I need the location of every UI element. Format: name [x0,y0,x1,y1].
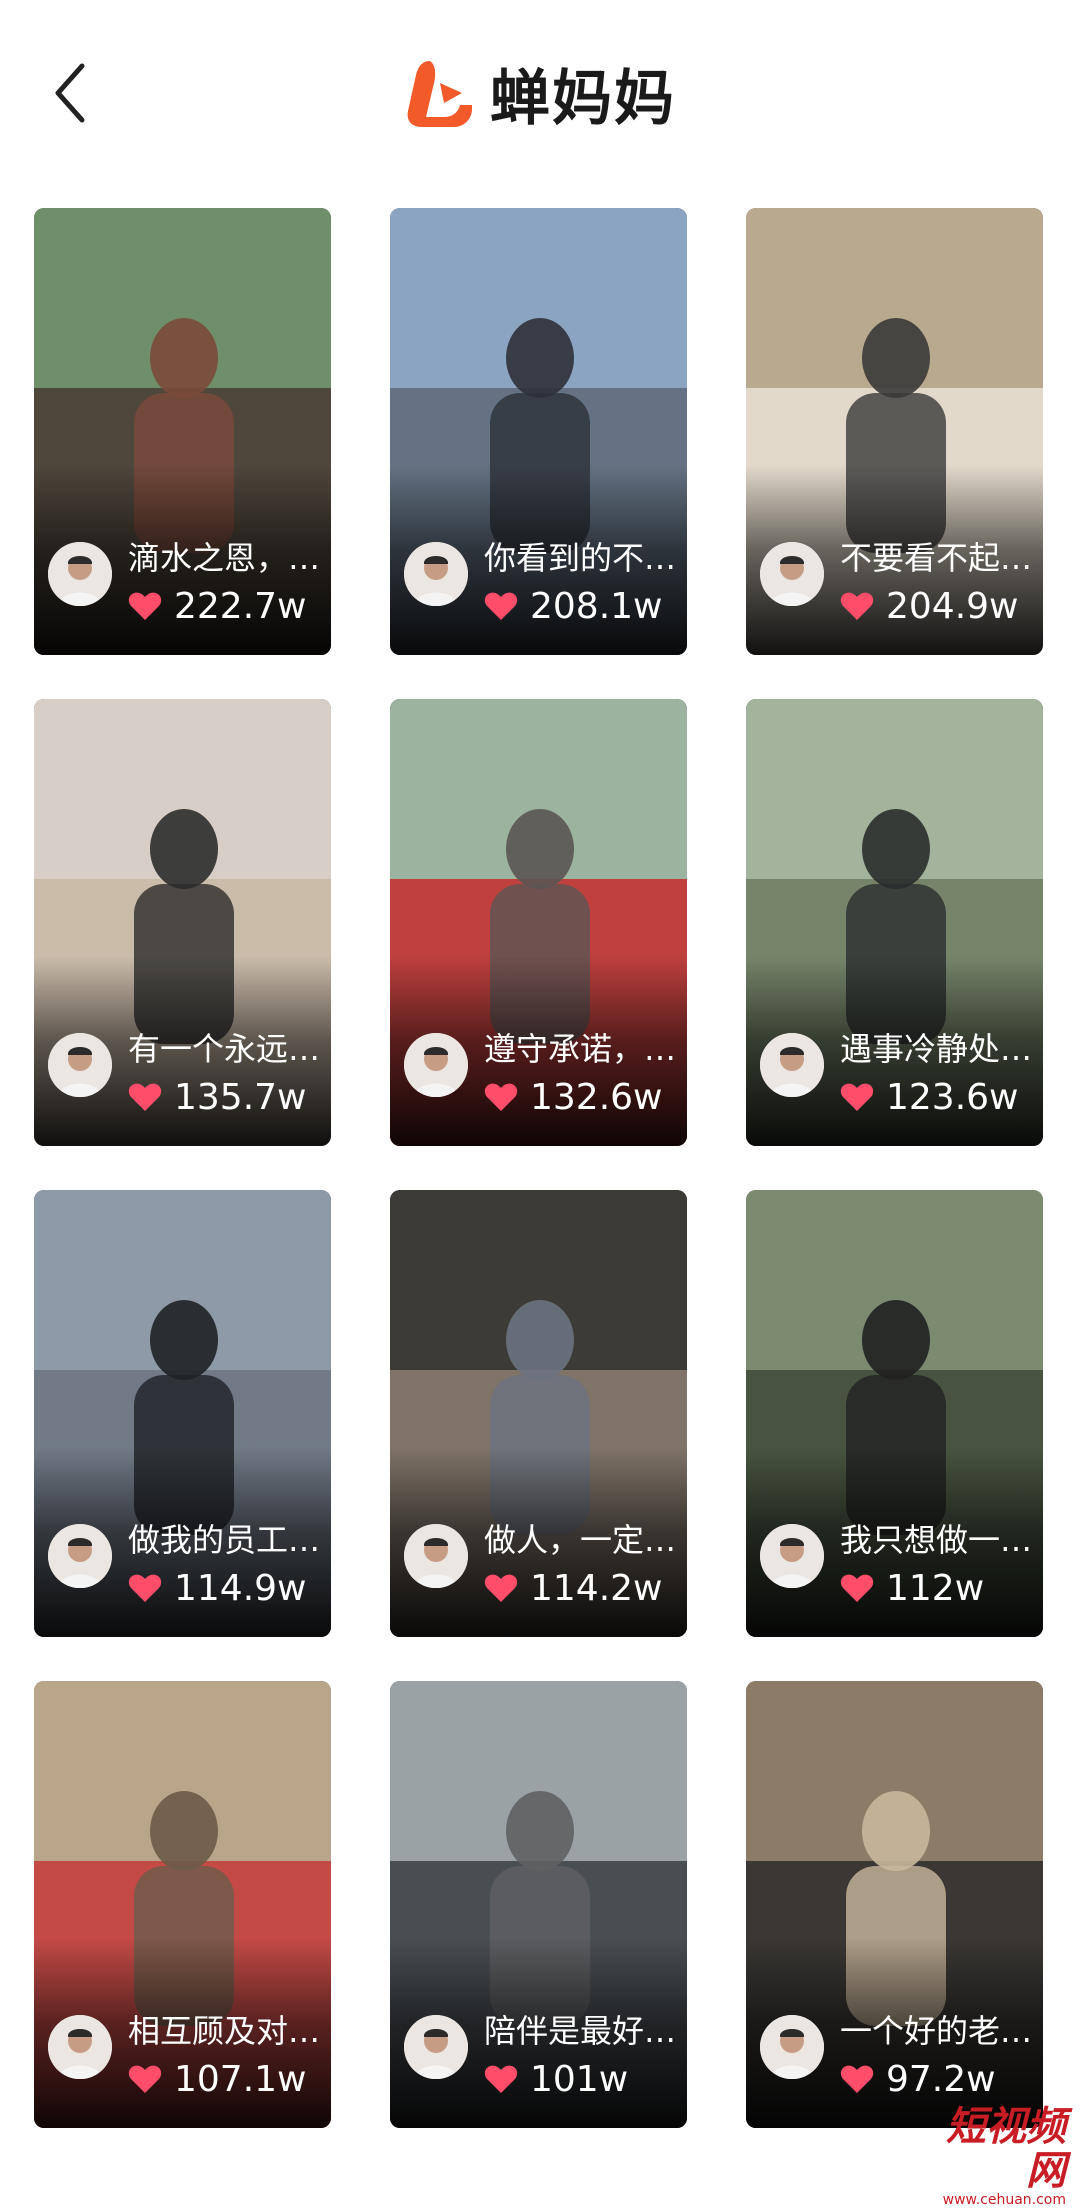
like-count: 114.9w [174,1567,307,1609]
heart-icon [484,1083,518,1111]
like-count: 101w [530,2058,629,2100]
watermark-text: 短视频网 [946,2104,1066,2194]
heart-icon [840,1083,874,1111]
video-title: 相互顾及对… [128,2012,321,2050]
heart-icon [484,2065,518,2093]
heart-icon [128,592,162,620]
avatar[interactable] [48,1524,112,1588]
avatar[interactable] [48,1033,112,1097]
video-card[interactable]: 我只想做一… 112w [746,1190,1043,1637]
video-title: 不要看不起… [840,539,1033,577]
video-card[interactable]: 不要看不起… 204.9w [746,208,1043,655]
chanmama-logo-icon [407,61,472,127]
video-grid: 滴水之恩，… 222.7w 你看到的不… 208.1w 不要看不起… 204.9… [34,208,1046,2128]
avatar[interactable] [404,542,468,606]
like-count: 135.7w [174,1076,307,1118]
heart-icon [840,2065,874,2093]
like-count-row: 135.7w [128,1075,307,1119]
back-button[interactable] [40,48,110,138]
avatar[interactable] [48,2015,112,2079]
heart-icon [840,592,874,620]
like-count: 208.1w [530,585,663,627]
video-title: 你看到的不… [484,539,677,577]
video-card[interactable]: 做我的员工… 114.9w [34,1190,331,1637]
video-title: 一个好的老… [840,2012,1033,2050]
heart-icon [840,1574,874,1602]
video-card[interactable]: 一个好的老… 97.2w [746,1681,1043,2128]
like-count-row: 112w [840,1566,984,1610]
like-count: 222.7w [174,585,307,627]
like-count: 107.1w [174,2058,307,2100]
avatar[interactable] [48,542,112,606]
avatar[interactable] [404,1524,468,1588]
video-card[interactable]: 相互顾及对… 107.1w [34,1681,331,2128]
like-count-row: 97.2w [840,2057,996,2101]
video-title: 陪伴是最好… [484,2012,677,2050]
site-watermark: 短视频网 www.cehuan.com [916,2105,1066,2207]
like-count-row: 123.6w [840,1075,1019,1119]
like-count-row: 114.2w [484,1566,663,1610]
like-count: 114.2w [530,1567,663,1609]
video-card[interactable]: 滴水之恩，… 222.7w [34,208,331,655]
like-count: 132.6w [530,1076,663,1118]
video-card[interactable]: 有一个永远… 135.7w [34,699,331,1146]
like-count-row: 114.9w [128,1566,307,1610]
video-title: 我只想做一… [840,1521,1033,1559]
like-count-row: 208.1w [484,584,663,628]
avatar[interactable] [404,2015,468,2079]
avatar[interactable] [760,1033,824,1097]
video-title: 遇事冷静处… [840,1030,1033,1068]
video-card[interactable]: 陪伴是最好… 101w [390,1681,687,2128]
watermark-url: www.cehuan.com [942,2192,1066,2208]
video-card[interactable]: 遇事冷静处… 123.6w [746,699,1043,1146]
video-title: 做我的员工… [128,1521,321,1559]
like-count-row: 204.9w [840,584,1019,628]
like-count-row: 101w [484,2057,628,2101]
avatar[interactable] [760,1524,824,1588]
like-count-row: 222.7w [128,584,307,628]
avatar[interactable] [760,2015,824,2079]
video-title: 做人，一定… [484,1521,677,1559]
heart-icon [128,1574,162,1602]
like-count: 97.2w [886,2058,996,2100]
video-title: 遵守承诺，… [484,1030,677,1068]
app-name: 蝉妈妈 [490,63,676,134]
chevron-left-icon [55,63,85,123]
like-count: 204.9w [886,585,1019,627]
heart-icon [128,2065,162,2093]
video-card[interactable]: 你看到的不… 208.1w [390,208,687,655]
video-title: 有一个永远… [128,1030,321,1068]
app-header: 蝉妈妈 [0,0,1080,190]
like-count: 112w [886,1567,985,1609]
video-card[interactable]: 做人，一定… 114.2w [390,1190,687,1637]
avatar[interactable] [404,1033,468,1097]
like-count-row: 132.6w [484,1075,663,1119]
like-count-row: 107.1w [128,2057,307,2101]
like-count: 123.6w [886,1076,1019,1118]
avatar[interactable] [760,542,824,606]
brand: 蝉妈妈 [400,48,676,138]
heart-icon [484,1574,518,1602]
heart-icon [484,592,518,620]
video-title: 滴水之恩，… [128,539,321,577]
heart-icon [128,1083,162,1111]
video-card[interactable]: 遵守承诺，… 132.6w [390,699,687,1146]
